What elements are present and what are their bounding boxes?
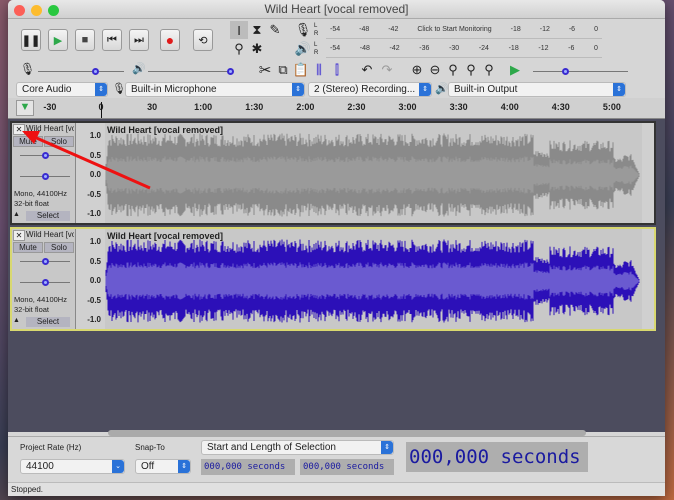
arrow-line: [31, 134, 151, 190]
annotation-arrow: [22, 131, 151, 190]
